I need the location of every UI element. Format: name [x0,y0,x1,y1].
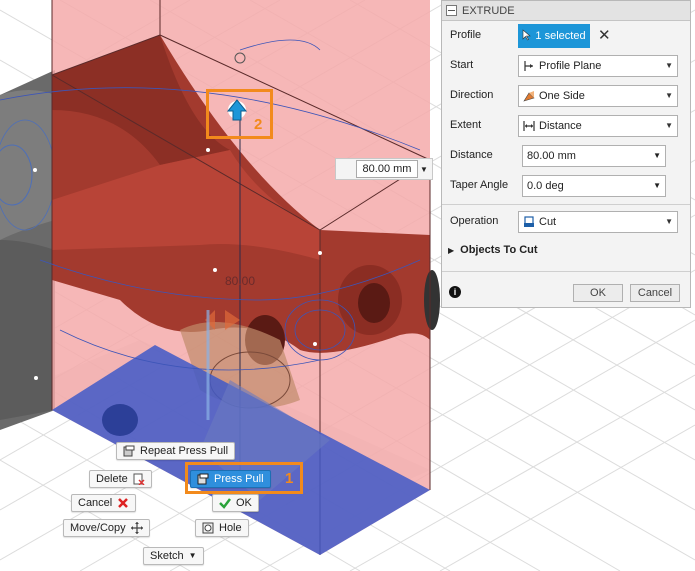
start-select[interactable]: Profile Plane ▼ [518,55,678,77]
profile-selection-value: 1 selected [535,30,586,42]
press-pull-label: Press Pull [214,473,264,485]
hole-icon [202,522,214,534]
chevron-down-icon: ▼ [665,121,673,130]
delete-label: Delete [96,473,128,485]
operation-row: Operation Cut ▼ [442,209,690,235]
chevron-down-icon: ▼ [188,551,197,560]
sketch-label: Sketch [150,550,184,562]
collapse-icon[interactable] [446,5,457,16]
extent-select[interactable]: Distance ▼ [518,115,678,137]
dialog-header[interactable]: EXTRUDE [442,1,690,21]
profile-selection-button[interactable]: 1 selected [518,24,590,48]
taper-angle-label: Taper Angle [450,179,509,191]
divider [442,271,690,272]
start-row: Start Profile Plane ▼ [442,53,690,79]
cancel-button[interactable]: Cancel [71,494,137,512]
operation-select[interactable]: Cut ▼ [518,211,678,233]
chevron-down-icon[interactable]: ▼ [653,181,661,190]
start-value: Profile Plane [539,60,602,72]
dialog-cancel-button[interactable]: Cancel [630,284,680,302]
cancel-x-icon [117,497,129,509]
operation-label: Operation [450,215,499,227]
press-pull-icon [123,445,135,457]
taper-angle-input[interactable]: 0.0 deg ▼ [522,175,666,197]
one-side-icon [523,90,535,102]
delete-icon [133,473,145,486]
ok-button[interactable]: OK [212,494,259,512]
cut-icon [523,216,535,228]
cursor-arrow-icon [522,28,532,44]
distance-row: Distance 80.00 mm ▼ [442,143,690,169]
direction-label: Direction [450,89,494,101]
dimension-dropdown-arrow[interactable]: ▼ [418,165,430,174]
objects-to-cut-expander[interactable]: ▶ Objects To Cut [448,244,538,256]
clear-selection-icon[interactable]: ✕ [598,26,611,44]
distance-icon [523,120,535,132]
delete-button[interactable]: Delete [89,470,152,488]
extent-row: Extent Distance ▼ [442,113,690,139]
profile-label: Profile [450,29,482,41]
extent-value: Distance [539,120,582,132]
hole-label: Hole [219,522,242,534]
info-icon[interactable]: i [449,286,461,298]
taper-angle-row: Taper Angle 0.0 deg ▼ [442,173,690,199]
dialog-ok-button[interactable]: OK [573,284,623,302]
checkmark-icon [219,497,231,509]
move-copy-label: Move/Copy [70,522,126,534]
repeat-press-pull-label: Repeat Press Pull [140,445,229,457]
profile-row: Profile 1 selected ✕ [442,23,690,49]
extent-label: Extent [450,119,482,131]
divider [442,204,690,205]
profile-plane-icon [523,60,535,72]
callout-box-2 [206,89,273,139]
callout-number-1: 1 [285,470,294,487]
distance-value: 80.00 mm [527,150,576,162]
operation-value: Cut [539,216,557,228]
distance-dimension-box[interactable]: 80.00 mm ▼ [335,158,433,180]
extrude-dialog: EXTRUDE Profile 1 selected ✕ Start Profi… [441,0,691,308]
chevron-down-icon: ▼ [665,91,673,100]
objects-to-cut-label: Objects To Cut [460,244,538,256]
move-copy-button[interactable]: Move/Copy [63,519,150,537]
direction-row: Direction One Side ▼ [442,83,690,109]
press-pull-icon [197,473,209,485]
chevron-right-icon: ▶ [448,245,455,255]
distance-label: Distance [450,149,493,161]
dialog-title: EXTRUDE [462,4,515,17]
cancel-label: Cancel [78,497,113,509]
hole-button[interactable]: Hole [195,519,249,537]
direction-value: One Side [539,90,585,102]
callout-number-2: 2 [254,116,263,133]
sketch-dropdown-button[interactable]: Sketch ▼ [143,547,204,565]
chevron-down-icon: ▼ [665,217,673,226]
distance-input[interactable]: 80.00 mm ▼ [522,145,666,167]
chevron-down-icon: ▼ [665,61,673,70]
direction-select[interactable]: One Side ▼ [518,85,678,107]
distance-dimension-input[interactable]: 80.00 mm [356,160,418,178]
chevron-down-icon[interactable]: ▼ [653,151,661,160]
taper-angle-value: 0.0 deg [527,180,564,192]
start-label: Start [450,59,474,71]
press-pull-button[interactable]: Press Pull [190,470,271,488]
repeat-press-pull-button[interactable]: Repeat Press Pull [116,442,236,460]
profile-hole [102,404,138,436]
dimension-label: 80.00 [225,274,256,288]
part-body[interactable] [0,70,56,430]
move-arrows-icon [130,522,143,534]
ok-label: OK [236,497,252,509]
